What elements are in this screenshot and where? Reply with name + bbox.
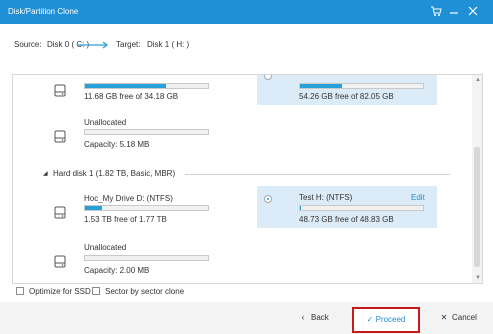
partition-name: Unallocated xyxy=(84,243,127,252)
proceed-label: Proceed xyxy=(375,315,406,324)
optimize-ssd-label: Optimize for SSD xyxy=(29,287,91,296)
usage-bar xyxy=(84,129,209,135)
disk-icon xyxy=(54,84,66,97)
usage-fill xyxy=(300,206,302,210)
partition-name: Unallocated xyxy=(84,118,127,127)
cart-icon[interactable] xyxy=(429,5,443,19)
usage-fill xyxy=(300,84,342,88)
target-partition[interactable]: 54.26 GB free of 82.05 GB xyxy=(257,75,437,105)
cancel-button[interactable]: ✕ Cancel xyxy=(438,308,477,328)
window-title: Disk/Partition Clone xyxy=(8,7,79,16)
disk-icon xyxy=(54,206,66,219)
disk-icon xyxy=(54,130,66,143)
partition-capacity: Capacity: 5.18 MB xyxy=(84,140,150,149)
partition-name: Test H: (NTFS) xyxy=(299,193,353,202)
target-partition-selected[interactable]: Test H: (NTFS) Edit 48.73 GB free of 48.… xyxy=(257,186,437,228)
optimize-ssd-option[interactable]: Optimize for SSD xyxy=(16,287,91,296)
usage-bar xyxy=(299,83,424,89)
source-label: Source: xyxy=(14,40,42,49)
back-label: Back xyxy=(311,313,329,322)
sector-clone-checkbox[interactable] xyxy=(92,287,100,295)
sector-clone-option[interactable]: Sector by sector clone xyxy=(92,287,184,296)
close-x-icon: ✕ xyxy=(440,313,448,322)
partition-capacity: Capacity: 2.00 MB xyxy=(84,266,150,275)
divider xyxy=(185,174,450,175)
scroll-down-icon[interactable]: ▼ xyxy=(475,275,481,281)
usage-bar xyxy=(84,255,209,261)
scroll-up-icon[interactable]: ▲ xyxy=(475,77,481,83)
disk-icon xyxy=(54,255,66,268)
source-target-bar: Source: Disk 0 ( C: ) Target: Disk 1 ( H… xyxy=(0,24,493,74)
check-icon: ✓ xyxy=(366,315,374,324)
target-radio[interactable] xyxy=(264,75,272,80)
usage-fill xyxy=(85,84,167,88)
scrollbar[interactable]: ▲ ▼ xyxy=(472,75,482,283)
optimize-ssd-checkbox[interactable] xyxy=(16,287,24,295)
target-value: Disk 1 ( H: ) xyxy=(147,40,190,49)
partition-free-text: 48.73 GB free of 48.83 GB xyxy=(299,215,394,224)
partition-name: Hoc_My Drive D: (NTFS) xyxy=(84,194,173,203)
sector-clone-label: Sector by sector clone xyxy=(105,287,185,296)
partition-free-text: 54.26 GB free of 82.05 GB xyxy=(299,92,394,101)
partition-free-text: 11.68 GB free of 34.18 GB xyxy=(84,92,179,101)
arrow-right-icon xyxy=(77,41,109,49)
close-icon[interactable] xyxy=(466,5,480,19)
usage-fill xyxy=(85,206,103,210)
partition-list[interactable]: 11.68 GB free of 34.18 GB 54.26 GB free … xyxy=(12,74,483,284)
usage-bar xyxy=(84,83,209,89)
chevron-left-icon: ‹ xyxy=(301,313,305,322)
collapse-arrow-icon[interactable]: ◢ xyxy=(43,170,48,177)
target-label: Target: xyxy=(116,40,141,49)
usage-bar xyxy=(84,205,209,211)
disk-header: Hard disk 1 (1.82 TB, Basic, MBR) xyxy=(53,169,176,178)
cancel-label: Cancel xyxy=(452,313,477,322)
usage-bar xyxy=(299,205,424,211)
scroll-thumb[interactable] xyxy=(474,147,480,267)
partition-free-text: 1.53 TB free of 1.77 TB xyxy=(84,215,167,224)
title-bar: Disk/Partition Clone xyxy=(0,0,493,24)
minimize-icon[interactable] xyxy=(447,5,461,19)
proceed-button[interactable]: ✓ Proceed xyxy=(352,307,420,333)
target-radio-selected[interactable] xyxy=(264,195,272,203)
edit-link[interactable]: Edit xyxy=(411,193,425,202)
back-button[interactable]: ‹ Back xyxy=(297,308,329,328)
